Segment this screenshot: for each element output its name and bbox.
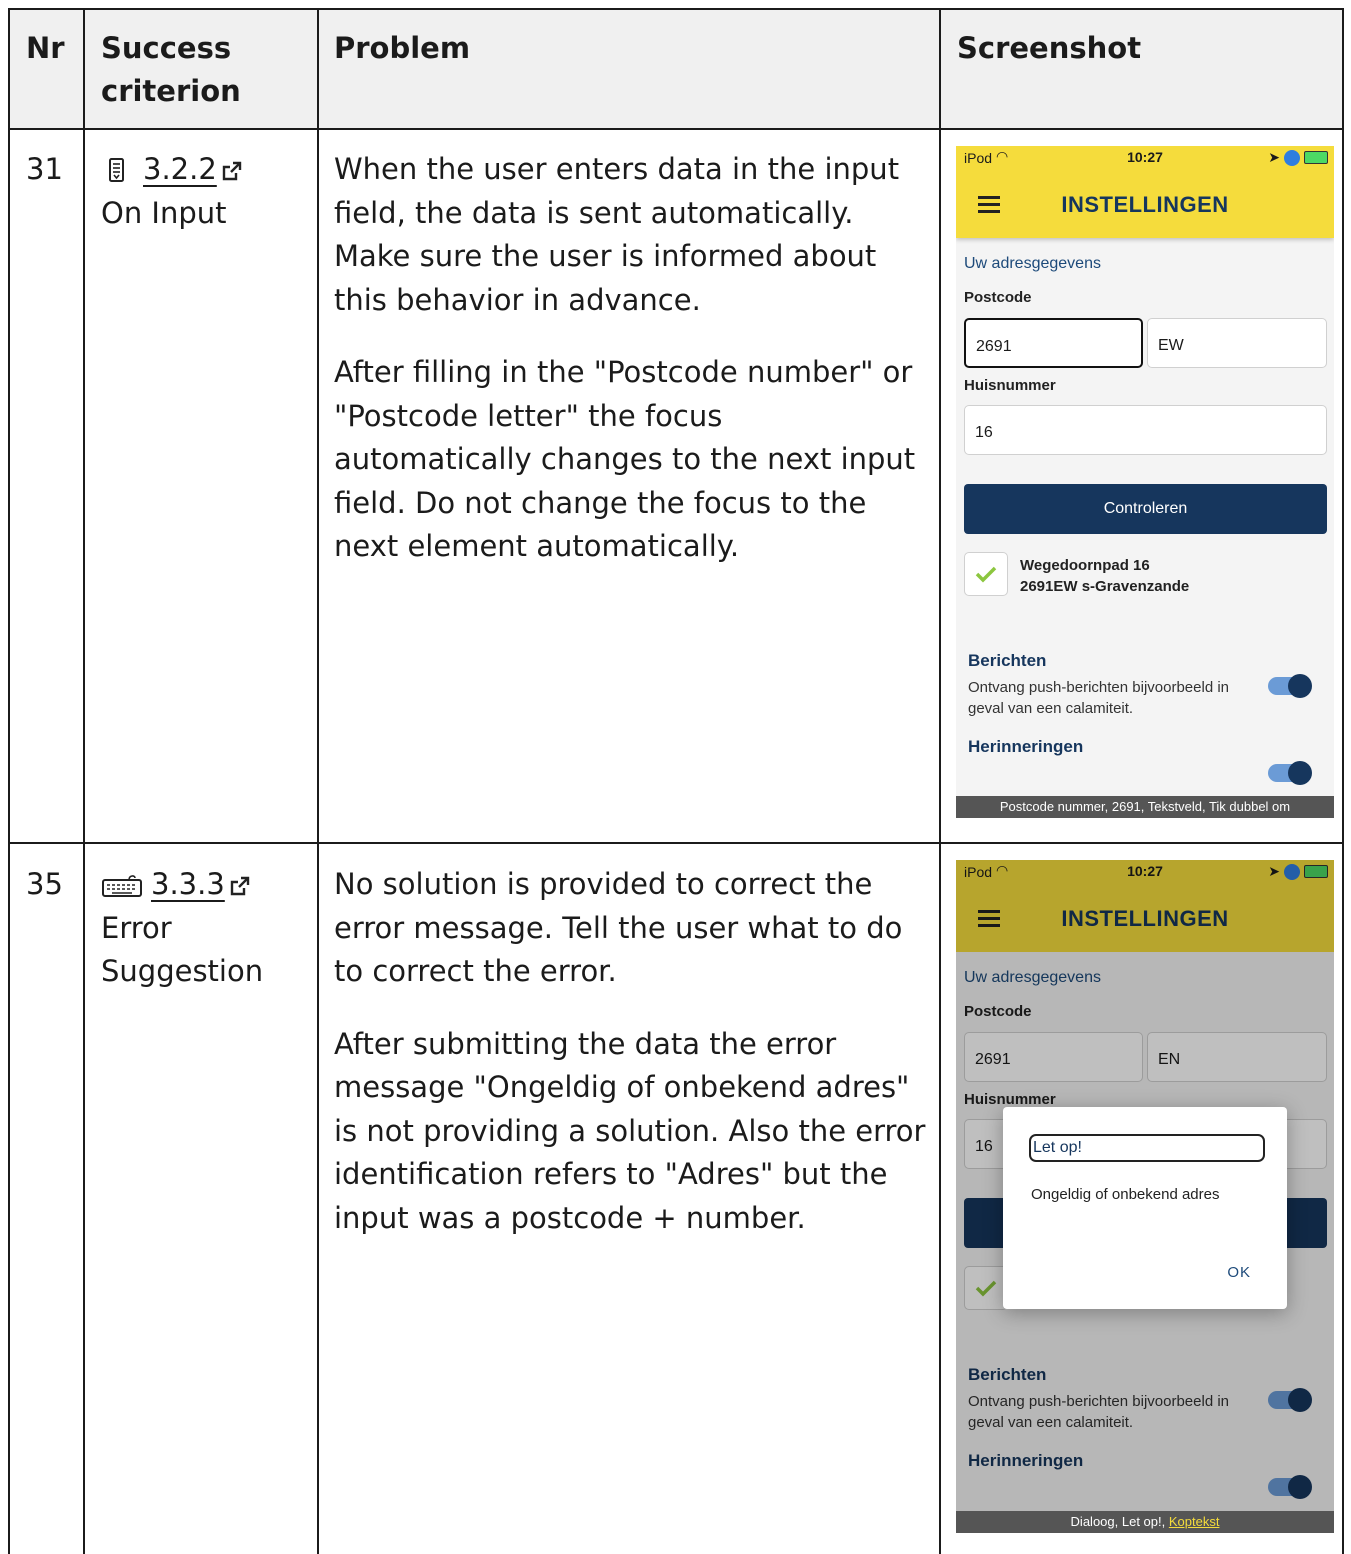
sc-link-3-2-2[interactable]: 3.2.2 [143, 152, 217, 186]
messages-heading: Berichten [968, 651, 1047, 670]
postcode-letters-input[interactable]: EW [1147, 318, 1327, 368]
voiceover-caption: Dialoog, Let op!, Koptekst [956, 1511, 1334, 1533]
check-button[interactable]: Controleren [964, 484, 1327, 534]
header-nr: Nr [26, 31, 65, 65]
reminders-toggle[interactable] [1268, 761, 1312, 785]
checkmark-icon [975, 566, 997, 583]
messages-description: Ontvang push-berichten bijvoorbeeld in g… [968, 679, 1229, 717]
header-screenshot: Screenshot [957, 31, 1142, 65]
sc-name-line1: Error [101, 910, 172, 945]
postcode-label: Postcode [964, 289, 1032, 306]
app-header: iPod ◠ 10:27 ➤ INSTELLINGEN [956, 146, 1334, 238]
location-icon: ➤ [1268, 149, 1280, 165]
screenshot-on-input: iPod ◠ 10:27 ➤ INSTELLINGEN Uw adresgege… [956, 146, 1334, 818]
row-31-success-criterion: 3.2.2 On Input [101, 148, 311, 235]
row-31-nr: 31 [26, 152, 63, 186]
postcode-number-input[interactable]: 2691 [964, 318, 1143, 368]
dialog-title: Let op! [1029, 1134, 1265, 1162]
row-31-problem: When the user enters data in the input f… [334, 152, 916, 563]
sc-name: On Input [101, 195, 227, 230]
dialog-message: Ongeldig of onbekend adres [1031, 1186, 1220, 1203]
external-link-icon [230, 876, 249, 896]
sc-name-line2: Suggestion [101, 954, 264, 988]
keyboard-icon [102, 875, 142, 897]
row-35-success-criterion: 3.3.3 Error Suggestion [101, 863, 311, 994]
address-subtitle: Uw adresgegevens [964, 255, 1101, 272]
row-35-problem: No solution is provided to correct the e… [334, 867, 926, 1235]
screenshot-error-suggestion: iPod ◠ 10:27 ➤ INSTELLINGEN Uw adresgege… [956, 860, 1334, 1533]
voiceover-caption: Postcode nummer, 2691, Tekstveld, Tik du… [956, 796, 1334, 818]
row-35-nr: 35 [26, 867, 63, 901]
battery-icon [1304, 151, 1328, 164]
dialog-ok-button[interactable]: OK [1227, 1264, 1251, 1281]
reminders-heading: Herinneringen [968, 737, 1084, 756]
microphone-icon [1284, 149, 1300, 166]
error-dialog: Let op! Ongeldig of onbekend adres OK [1003, 1107, 1287, 1309]
input-form-icon [109, 158, 124, 182]
house-number-label: Huisnummer [964, 377, 1056, 394]
header-success-criterion: Success criterion [101, 31, 241, 108]
house-number-input[interactable]: 16 [964, 405, 1327, 455]
external-link-icon [222, 161, 241, 181]
status-bar: iPod ◠ 10:27 ➤ [956, 146, 1334, 170]
header-problem: Problem [334, 31, 471, 65]
page-title: INSTELLINGEN [1061, 192, 1229, 217]
sc-link-3-3-3[interactable]: 3.3.3 [151, 867, 225, 901]
address-result: Wegedoornpad 16 2691EW s-Gravenzande [1020, 557, 1190, 595]
address-checkbox[interactable] [964, 552, 1008, 596]
messages-toggle[interactable] [1268, 674, 1312, 698]
